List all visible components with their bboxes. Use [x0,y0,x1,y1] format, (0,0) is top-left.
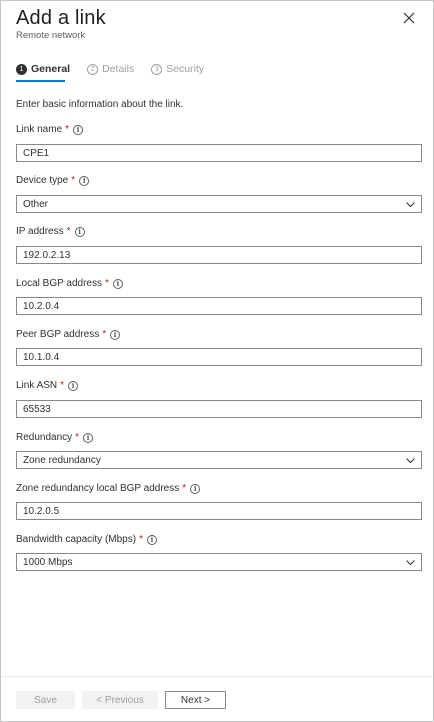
peer-bgp-input[interactable]: 10.1.0.4 [16,348,422,366]
required-marker: * [71,175,76,186]
redundancy-select[interactable]: Zone redundancy [16,451,422,469]
label-text: Redundancy [16,432,73,443]
required-marker: * [182,483,187,494]
step-number: 2 [87,63,99,75]
previous-button[interactable]: < Previous [82,691,158,709]
required-marker: * [104,278,109,289]
local-bgp-label: Local BGP address * i [16,278,123,289]
info-icon[interactable]: i [83,432,94,443]
info-icon[interactable]: i [74,226,85,237]
device-type-select[interactable]: Other [16,195,422,213]
label-text: Local BGP address [16,278,102,289]
info-icon[interactable]: i [190,483,201,494]
required-marker: * [139,534,143,545]
chevron-down-icon [406,202,415,208]
tab-security[interactable]: 3 Security [151,63,204,75]
device-type-label: Device type * i [16,175,90,186]
redundancy-label: Redundancy * i [16,432,94,443]
required-marker: * [60,380,65,391]
info-icon[interactable]: i [146,534,157,545]
info-icon[interactable]: i [110,329,121,340]
link-name-input[interactable]: CPE1 [16,144,422,162]
label-text: Link ASN [16,380,58,391]
step-number: 1 [16,63,27,75]
label-text: Peer BGP address [16,329,100,340]
wizard-tabs: 1 General 2 Details 3 Security [16,63,221,75]
label-text: Link name [16,124,63,135]
label-text: Bandwidth capacity (Mbps) [16,534,137,545]
select-value: Other [23,198,49,210]
link-asn-input[interactable]: 65533 [16,400,422,418]
step-number: 3 [151,63,163,75]
required-marker: * [65,124,70,135]
intro-text: Enter basic information about the link. [16,99,184,110]
chevron-down-icon [406,458,415,464]
local-bgp-input[interactable]: 10.2.0.4 [16,297,422,315]
select-value: 1000 Mbps [23,556,73,568]
bandwidth-label: Bandwidth capacity (Mbps) * i [16,534,157,545]
footer-divider [1,676,433,677]
select-value: Zone redundancy [23,454,101,466]
active-tab-indicator [16,80,65,82]
link-asn-label: Link ASN * i [16,380,79,391]
panel-subtitle: Remote network [16,30,86,41]
close-icon[interactable] [400,9,418,27]
required-marker: * [66,226,71,237]
tab-details[interactable]: 2 Details [87,63,134,75]
tab-label: General [31,63,71,75]
info-icon[interactable]: i [73,124,84,135]
tab-label: Details [102,63,135,75]
label-text: Device type [16,175,69,186]
next-button[interactable]: Next > [165,691,226,709]
label-text: IP address [16,226,64,237]
ip-address-input[interactable]: 192.0.2.13 [16,246,422,264]
tab-label: Security [166,63,205,75]
info-icon[interactable]: i [112,278,123,289]
zone-local-bgp-input[interactable]: 10.2.0.5 [16,502,422,520]
info-icon[interactable]: i [79,175,90,186]
save-button[interactable]: Save [16,691,75,709]
tab-general[interactable]: 1 General [16,63,70,75]
required-marker: * [102,329,107,340]
info-icon[interactable]: i [68,380,79,391]
zone-local-bgp-label: Zone redundancy local BGP address * i [16,483,201,494]
peer-bgp-label: Peer BGP address * i [16,329,121,340]
label-text: Zone redundancy local BGP address [16,483,180,494]
link-name-label: Link name * i [16,124,84,135]
ip-address-label: IP address * i [16,226,85,237]
chevron-down-icon [406,560,415,566]
required-marker: * [75,432,80,443]
panel-title: Add a link [16,7,106,29]
bandwidth-select[interactable]: 1000 Mbps [16,553,422,571]
